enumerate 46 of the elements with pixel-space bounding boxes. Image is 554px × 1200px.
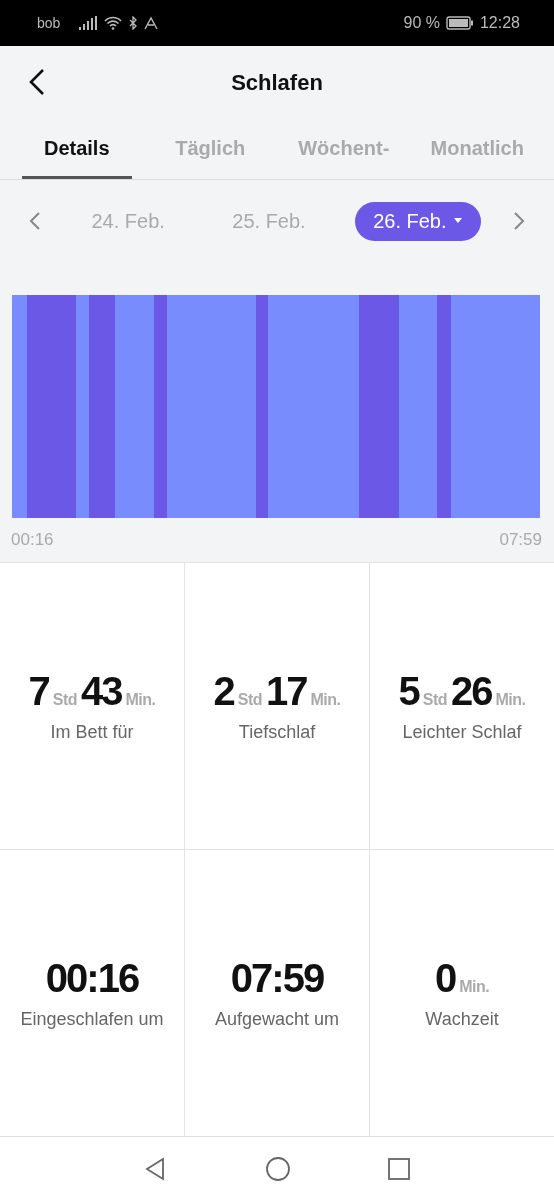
- end-time: 07:59: [499, 530, 542, 550]
- stat-value: 17: [266, 669, 307, 714]
- date-chip[interactable]: 24. Feb.: [73, 201, 183, 241]
- home-icon[interactable]: [265, 1155, 291, 1182]
- start-time: 00:16: [11, 530, 54, 550]
- carrier-name: bob: [37, 15, 61, 31]
- stat-value: 0: [434, 956, 456, 1001]
- stat-value: 5: [398, 669, 419, 714]
- stat-label: Tiefschlaf: [238, 722, 316, 743]
- recents-icon[interactable]: [387, 1156, 411, 1181]
- stat-label: Im Bett für: [50, 722, 134, 743]
- clock: 12:28: [479, 14, 520, 32]
- stat-unit: Min.: [459, 978, 490, 996]
- tab[interactable]: Täglich: [155, 120, 265, 179]
- stat-label: Eingeschlafen um: [20, 1009, 164, 1030]
- battery-percent: 90 %: [403, 14, 440, 32]
- bluetooth-icon: [128, 16, 139, 30]
- signal-icon: [78, 16, 99, 30]
- stat-unit: Std: [237, 691, 262, 709]
- stat-unit: Min.: [495, 691, 526, 709]
- stat-label: Wachzeit: [425, 1009, 499, 1030]
- tab[interactable]: Monatlich: [422, 120, 532, 179]
- stat-value: 7: [28, 669, 49, 714]
- stat-label: Aufgewacht um: [214, 1009, 340, 1030]
- back-icon[interactable]: [27, 68, 47, 96]
- stat-unit: Min.: [125, 691, 156, 709]
- stat-unit: Std: [422, 691, 447, 709]
- stat-unit: Std: [52, 691, 77, 709]
- caret-icon: [452, 217, 463, 225]
- page-title: Schlafen: [231, 70, 323, 96]
- date-chip[interactable]: 25. Feb.: [214, 201, 324, 241]
- stat-unit: Min.: [310, 691, 341, 709]
- tab[interactable]: Wöchent-: [289, 120, 399, 179]
- nfc-icon: [144, 16, 161, 30]
- next-icon[interactable]: [512, 211, 526, 231]
- wifi-icon: [104, 16, 123, 30]
- date-chip[interactable]: 26. Feb.: [355, 201, 481, 241]
- stat-label: Leichter Schlaf: [402, 722, 522, 743]
- tab[interactable]: Details: [22, 120, 132, 179]
- stat-value: 00:16: [45, 956, 139, 1001]
- stat-value: 26: [451, 669, 492, 714]
- battery-icon: [445, 16, 474, 30]
- previous-icon[interactable]: [28, 211, 42, 231]
- stat-value: 07:59: [230, 956, 324, 1001]
- stat-value: 2: [213, 669, 234, 714]
- stat-value: 43: [81, 669, 122, 714]
